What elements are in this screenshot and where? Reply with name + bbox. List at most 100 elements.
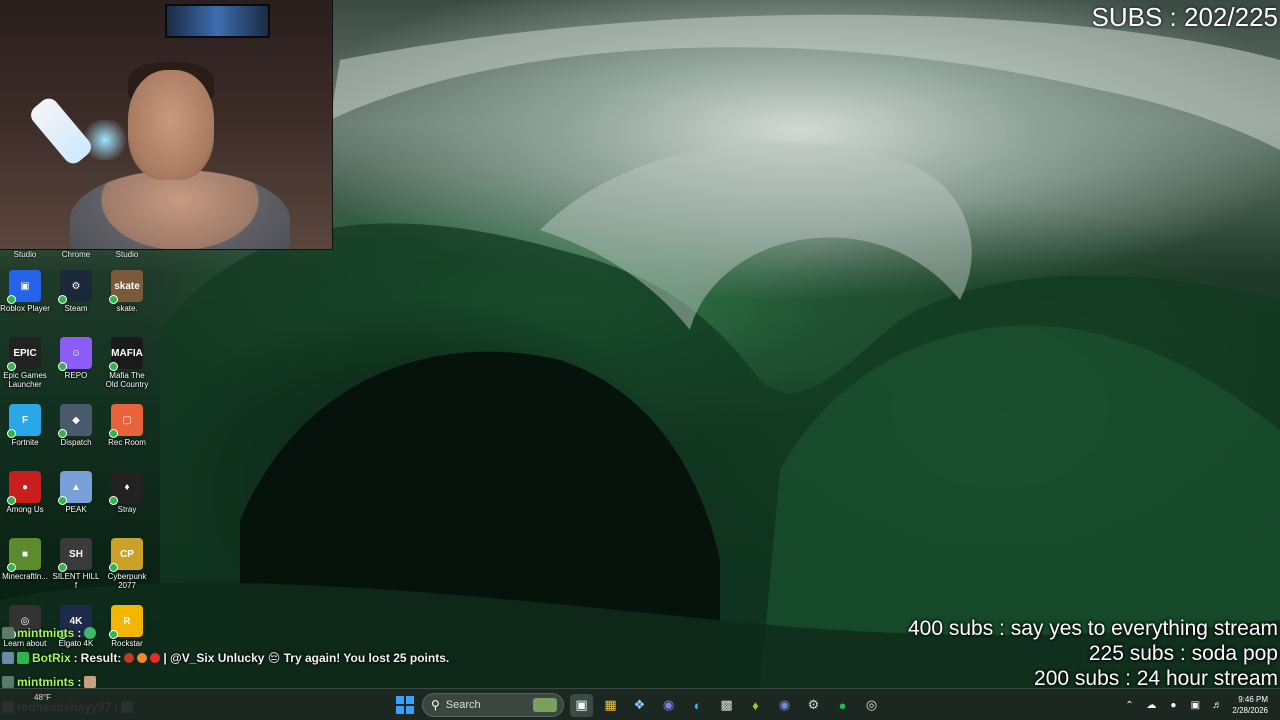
desktop-shortcut-label: Minecraftln...: [2, 572, 48, 581]
icon-glyph: skate: [114, 280, 140, 292]
icon-glyph: R: [123, 615, 131, 627]
desktop-shortcut[interactable]: SH SILENT HILL f: [51, 534, 101, 598]
icon-glyph: MAFIA: [111, 347, 143, 359]
app-icon: ▲: [58, 471, 92, 505]
app-icon: ⚙: [58, 270, 92, 304]
goal-400: 400 subs : say yes to everything stream: [907, 617, 1278, 640]
sync-check-icon: [109, 496, 118, 505]
app-icon: ▣: [7, 270, 41, 304]
chat-badge-icon: [2, 627, 14, 639]
desktop-shortcut[interactable]: ◆ Dispatch: [51, 400, 101, 464]
task-view-icon[interactable]: ▣: [570, 693, 593, 717]
sync-check-icon: [7, 563, 16, 572]
desktop-shortcut[interactable]: CP Cyberpunk 2077: [102, 534, 152, 598]
sync-check-icon: [7, 429, 16, 438]
sync-check-icon: [109, 630, 118, 639]
desktop-shortcut-label: Roblox Player: [0, 304, 50, 313]
app-icon: ♦: [109, 471, 143, 505]
taskbar: 48°F ⚲ Search ▣ ▦ ❖ ◉ ◐ ▩ ♦ ◉ ⚙ ● ◎ ⌃ ☁ …: [0, 688, 1280, 720]
sync-check-icon: [7, 295, 16, 304]
app-icon: ●: [7, 471, 41, 505]
sync-check-icon: [58, 295, 67, 304]
volume-icon[interactable]: ♬: [1210, 700, 1224, 711]
chat-username: mintmints: [17, 675, 75, 689]
sync-check-icon: [7, 496, 16, 505]
desktop-shortcut[interactable]: skate skate.: [102, 266, 152, 330]
bot-badge-icon: [17, 652, 29, 664]
chat-emote-icon: [84, 627, 97, 639]
chat-separator: :: [73, 651, 78, 665]
file-explorer-icon[interactable]: ▦: [599, 694, 622, 717]
icon-glyph: ⚙: [71, 280, 81, 292]
desktop-shortcut[interactable]: ▲ PEAK: [51, 467, 101, 531]
partial-icon-labels: Studio Chrome Studio: [0, 250, 152, 262]
sync-check-icon: [7, 362, 16, 371]
desktop-shortcut-label: SILENT HILL f: [52, 572, 100, 590]
edge-browser-icon[interactable]: ◐: [686, 694, 709, 717]
desktop-shortcut[interactable]: ☺ REPO: [51, 333, 101, 397]
desktop-shortcut-label: PEAK: [65, 505, 87, 514]
app-icon: skate: [109, 270, 143, 304]
icon-glyph: ●: [21, 481, 29, 493]
weather-temp: 48°F: [34, 693, 51, 702]
sync-check-icon: [109, 362, 118, 371]
desktop-shortcut[interactable]: ● Among Us: [0, 467, 50, 531]
microphone-icon[interactable]: ●: [1166, 700, 1180, 711]
goal-225: 225 subs : soda pop: [1088, 642, 1278, 665]
teams-icon[interactable]: ◉: [657, 694, 680, 717]
partial-label: Studio: [115, 250, 139, 259]
desktop-shortcut-label: Epic Games Launcher: [3, 371, 47, 389]
desktop-shortcut[interactable]: ♦ Stray: [102, 467, 152, 531]
system-tray: ⌃ ☁ ● ▣ ♬ 9:46 PM 2/28/2026: [1122, 693, 1268, 717]
app-icon[interactable]: ♦: [744, 694, 767, 717]
desktop-shortcut[interactable]: EPIC Epic Games Launcher: [0, 333, 50, 397]
icon-glyph: ■: [21, 548, 29, 560]
icon-glyph: F: [21, 414, 29, 426]
desktop-shortcut[interactable]: ■ Minecraftln...: [0, 534, 50, 598]
desktop-shortcut-label: Rockstar: [111, 639, 143, 648]
obs-icon[interactable]: ◎: [860, 694, 883, 717]
desktop-shortcut-label: Fortnite: [11, 438, 39, 447]
desktop-shortcut-label: skate.: [116, 304, 138, 313]
app-icon: ▢: [109, 404, 143, 438]
icon-glyph: SH: [69, 548, 83, 560]
steam-icon[interactable]: ⚙: [802, 694, 825, 717]
desktop-shortcut[interactable]: MAFIA Mafia The Old Country: [102, 333, 152, 397]
spotify-icon[interactable]: ●: [831, 694, 854, 717]
chat-badge-icon: [2, 652, 14, 664]
streamer-body: [70, 170, 290, 249]
sync-check-icon: [58, 362, 67, 371]
desktop-shortcut[interactable]: ⚙ Steam: [51, 266, 101, 330]
chat-badge-icon: [2, 676, 14, 688]
desktop-shortcut[interactable]: F Fortnite: [0, 400, 50, 464]
desktop-shortcut[interactable]: ▢ Rec Room: [102, 400, 152, 464]
desktop-shortcut-label: Stray: [117, 505, 137, 514]
sync-check-icon: [58, 429, 67, 438]
chevron-up-icon[interactable]: ⌃: [1122, 700, 1136, 711]
taskbar-search[interactable]: ⚲ Search: [422, 693, 564, 717]
clock[interactable]: 9:46 PM 2/28/2026: [1232, 694, 1268, 716]
start-button[interactable]: [393, 694, 416, 717]
app-icon: CP: [109, 538, 143, 572]
discord-icon[interactable]: ◉: [773, 694, 796, 717]
app-icon: ☺: [58, 337, 92, 371]
network-icon[interactable]: ▣: [1188, 700, 1202, 711]
icon-glyph: ☺: [70, 347, 82, 359]
sync-check-icon: [58, 496, 67, 505]
store-icon[interactable]: ▩: [715, 694, 738, 717]
chat-message: BotRix : Result: | @V_Six Unlucky 😔 Try …: [2, 649, 449, 667]
icon-glyph: ▢: [122, 414, 132, 426]
icon-glyph: CP: [120, 548, 134, 560]
streamer-head: [128, 70, 214, 180]
app-icon: SH: [58, 538, 92, 572]
desktop-shortcut-label: Mafia The Old Country: [105, 371, 149, 389]
desktop-shortcut[interactable]: ▣ Roblox Player: [0, 266, 50, 330]
app-icon: R: [109, 605, 143, 639]
clock-date: 2/28/2026: [1232, 706, 1268, 715]
search-placeholder: Search: [445, 699, 481, 711]
desktop-shortcut-label: REPO: [64, 371, 88, 380]
copilot-icon[interactable]: ❖: [628, 694, 651, 717]
cloud-icon[interactable]: ☁: [1144, 700, 1158, 711]
weather-widget[interactable]: 48°F: [34, 693, 51, 702]
icon-glyph: ♦: [124, 481, 130, 493]
